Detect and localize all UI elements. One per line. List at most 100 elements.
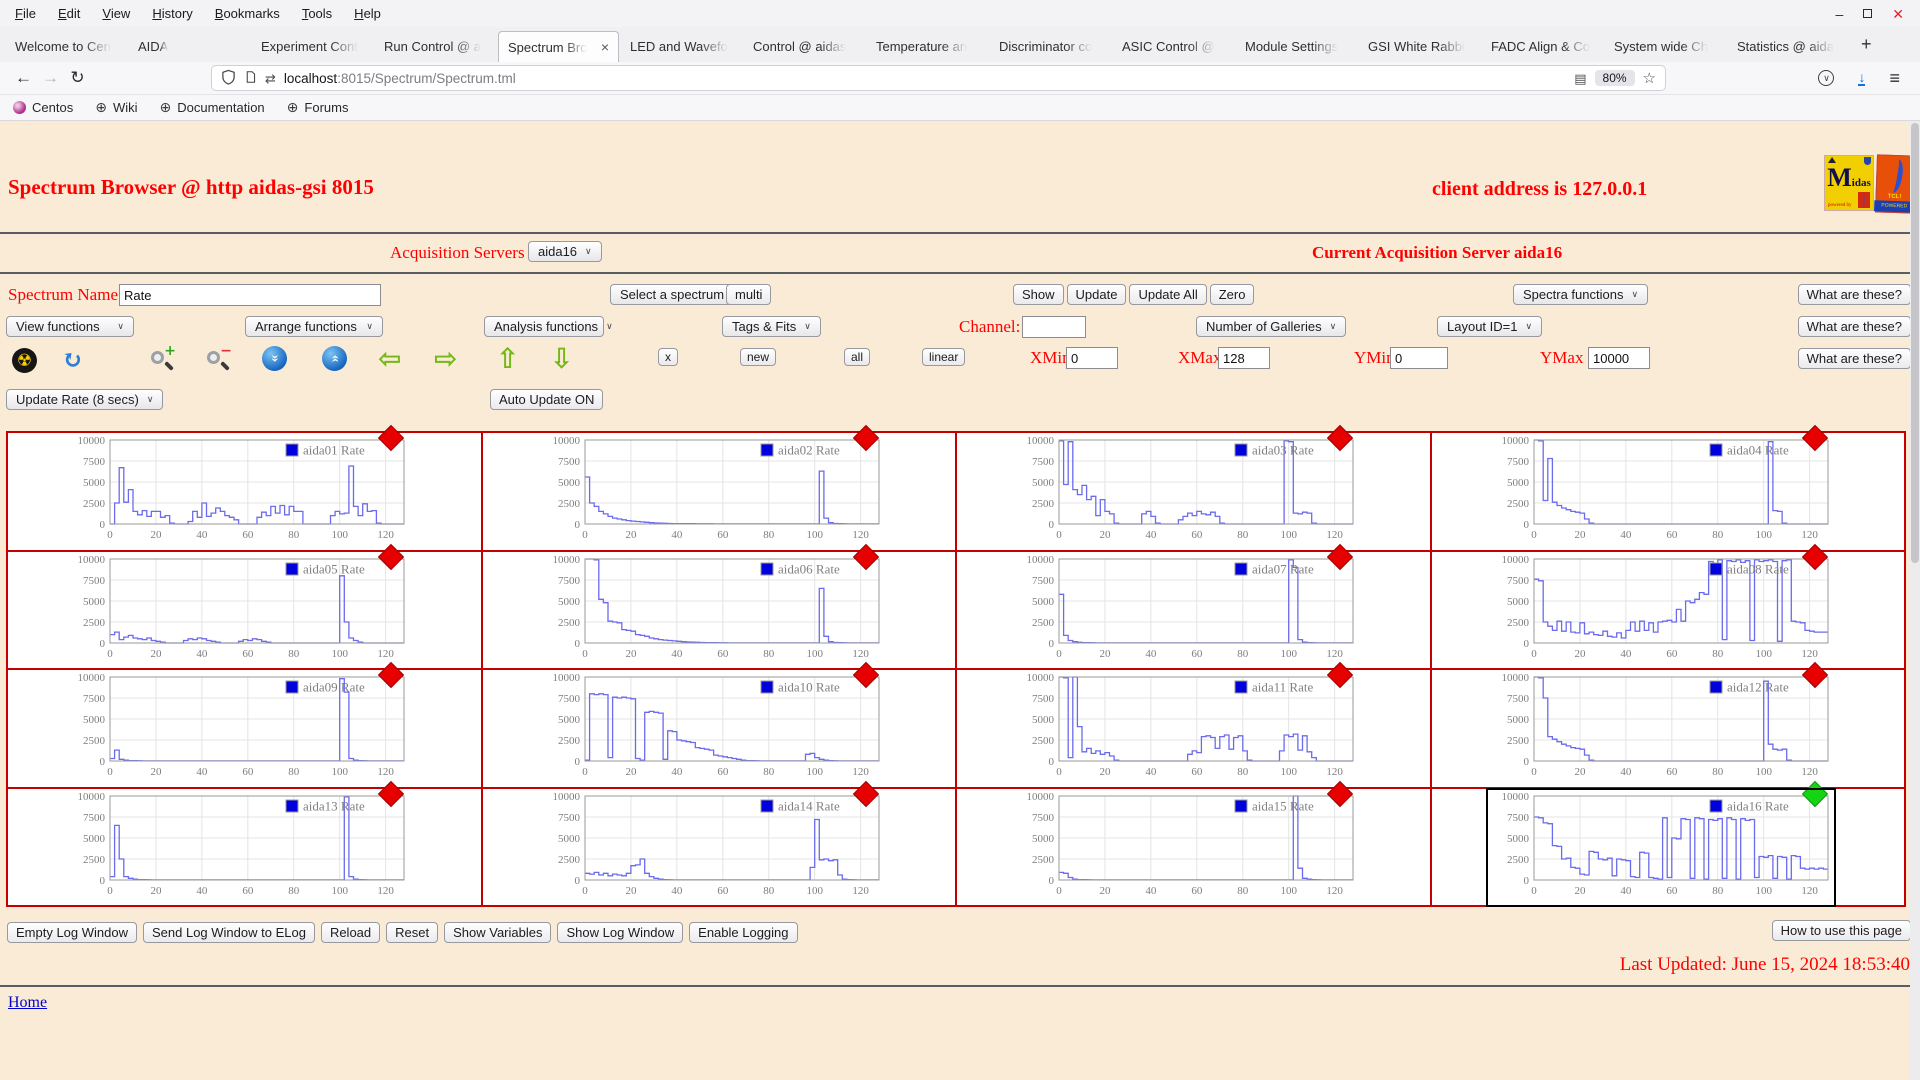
url-text[interactable]: localhost:8015/Spectrum/Spectrum.tml [284,71,516,86]
bookmark-wiki[interactable]: ⊕ Wiki [95,99,137,116]
show-variables-button[interactable]: Show Variables [444,922,552,943]
spectrum-cell-aida02[interactable]: 0 2500 5000 7500 10000 0 20 40 60 80 100 120 aida02 … [482,424,955,550]
show-log-window-button[interactable]: Show Log Window [557,922,684,943]
page-up-icon[interactable]: » [322,346,347,371]
spectra-functions-select[interactable]: Spectra functions ∨ [1513,284,1649,305]
page-down-icon[interactable]: » [262,346,287,371]
menu-help[interactable]: Help [343,6,392,21]
arrange-functions-select[interactable]: Arrange functions ∨ [245,316,383,337]
refresh-icon[interactable]: ↻ [62,345,83,375]
tab-experiment-cont[interactable]: Experiment Cont [252,31,373,62]
tcl-powered-logo[interactable]: TCL! POWERED [1874,154,1916,214]
tab-spectrum-bro[interactable]: Spectrum Bro × [498,31,619,62]
shield-icon[interactable] [221,69,236,88]
ymax-input[interactable] [1588,347,1650,369]
menu-edit[interactable]: Edit [47,6,91,21]
enable-logging-button[interactable]: Enable Logging [689,922,798,943]
reset-button[interactable]: Reset [386,922,439,943]
move-right-icon[interactable]: ⇨ [434,342,457,375]
move-up-icon[interactable]: ⇧ [496,342,519,375]
ymin-input[interactable] [1390,347,1448,369]
spectrum-cell-aida05[interactable]: 0 2500 5000 7500 10000 0 20 40 60 80 100 120 aida05 … [8,543,481,668]
layout-id-select[interactable]: Layout ID=1 ∨ [1437,316,1543,337]
bookmark-centos[interactable]: Centos [13,100,73,115]
spectrum-cell-aida10[interactable]: 0 2500 5000 7500 10000 0 20 40 60 80 100 120 aida10 … [482,661,955,787]
zoom-level-badge[interactable]: 80% [1594,70,1635,86]
maximize-icon[interactable] [1863,9,1873,18]
how-to-use-button[interactable]: How to use this page [1771,920,1911,941]
tab-welcome-to-cen[interactable]: Welcome to Cen [6,31,127,62]
tab-run-control-a[interactable]: Run Control @ a [375,31,496,62]
xmin-input[interactable] [1066,347,1118,369]
update-all-button[interactable]: Update All [1129,284,1207,305]
spectrum-cell-aida09[interactable]: 0 2500 5000 7500 10000 0 20 40 60 80 100 120 aida09 … [8,661,481,787]
spectrum-name-input[interactable] [119,284,381,306]
show-button[interactable]: Show [1013,284,1064,305]
move-left-icon[interactable]: ⇦ [378,342,401,375]
midas-logo[interactable]: Midas powered by ʃ [1824,155,1874,211]
scrollbar-thumb[interactable] [1911,123,1919,563]
spectrum-cell-aida14[interactable]: 0 2500 5000 7500 10000 0 20 40 60 80 100 120 aida14 … [482,780,955,905]
bookmark-forums[interactable]: ⊕ Forums [287,99,349,116]
spectrum-cell-aida04[interactable]: 0 2500 5000 7500 10000 0 20 40 60 80 100 120 aida04 … [1431,424,1904,550]
page-info-icon[interactable] [244,69,257,88]
menu-file[interactable]: File [4,6,47,21]
menu-bookmarks[interactable]: Bookmarks [204,6,291,21]
tab-aida[interactable]: AIDA [129,31,250,62]
spectrum-cell-aida15[interactable]: 0 2500 5000 7500 10000 0 20 40 60 80 100 120 aida15 … [957,780,1430,905]
radiation-icon[interactable]: ☢ [12,348,37,373]
reload-button[interactable]: Reload [320,922,381,943]
tab-fadc-align-co[interactable]: FADC Align & Co [1482,31,1603,62]
tab-discriminator-co[interactable]: Discriminator co [990,31,1111,62]
back-icon[interactable]: ← [10,68,37,88]
page-scrollbar[interactable] [1910,121,1920,1080]
tab-control-aidas[interactable]: Control @ aidas [744,31,865,62]
reader-mode-icon[interactable]: ▤ [1574,72,1586,85]
acquisition-server-select[interactable]: aida16 ∨ [528,241,602,262]
menu-view[interactable]: View [91,6,141,21]
tab-asic-control[interactable]: ASIC Control @ [1113,31,1234,62]
new-tab-button[interactable]: + [1851,34,1882,55]
linear-button[interactable]: linear [922,348,966,366]
tab-statistics-aida[interactable]: Statistics @ aida [1728,31,1849,62]
tab-gsi-white-rabbi[interactable]: GSI White Rabbi [1359,31,1480,62]
multi-button[interactable]: multi [726,284,772,305]
tab-temperature-an[interactable]: Temperature an [867,31,988,62]
menu-tools[interactable]: Tools [291,6,343,21]
tags-fits-select[interactable]: Tags & Fits ∨ [722,316,821,337]
spectrum-cell-aida12[interactable]: 0 2500 5000 7500 10000 0 20 40 60 80 100 120 aida12 … [1431,661,1904,787]
update-rate-select[interactable]: Update Rate (8 secs) ∨ [6,389,164,410]
empty-log-window-button[interactable]: Empty Log Window [7,922,137,943]
spectrum-cell-aida08[interactable]: 0 2500 5000 7500 10000 0 20 40 60 80 100 120 aida08 … [1431,543,1904,668]
tab-system-wide-ch[interactable]: System wide Ch [1605,31,1726,62]
close-icon[interactable]: ✕ [1892,7,1904,21]
tab-close-icon[interactable]: × [595,39,609,55]
what-are-these-button-3[interactable]: What are these? [1797,348,1911,369]
channel-input[interactable] [1022,316,1086,338]
spectrum-cell-aida06[interactable]: 0 2500 5000 7500 10000 0 20 40 60 80 100 120 aida06 … [482,543,955,668]
spectrum-cell-aida07[interactable]: 0 2500 5000 7500 10000 0 20 40 60 80 100 120 aida07 … [957,543,1430,668]
permissions-icon[interactable]: ⇄ [265,72,276,85]
tab-led-and-wavefo[interactable]: LED and Wavefo [621,31,742,62]
move-down-icon[interactable]: ⇩ [550,342,573,375]
spectrum-cell-aida11[interactable]: 0 2500 5000 7500 10000 0 20 40 60 80 100 120 aida11 … [957,661,1430,787]
analysis-functions-select[interactable]: Analysis functions ∨ [484,316,613,337]
what-are-these-button-1[interactable]: What are these? [1797,284,1911,305]
send-log-window-to-elog-button[interactable]: Send Log Window to ELog [143,922,315,943]
number-of-galleries-select[interactable]: Number of Galleries ∨ [1196,316,1347,337]
view-functions-select[interactable]: View functions ∨ [6,316,134,337]
auto-update-button[interactable]: Auto Update ON [490,389,604,410]
downloads-icon[interactable]: ↓ [1858,69,1866,87]
pocket-icon[interactable]: ∨ [1818,70,1835,86]
all-button[interactable]: all [844,348,871,366]
spectrum-cell-aida01[interactable]: 0 2500 5000 7500 10000 0 20 40 60 80 100 120 aida01 … [8,424,481,550]
url-bar[interactable]: ⇄ localhost:8015/Spectrum/Spectrum.tml ▤… [211,65,1666,91]
zoom-out-icon[interactable]: − [206,343,233,374]
home-link[interactable]: Home [8,994,47,1012]
spectrum-cell-aida16[interactable]: 0 2500 5000 7500 10000 0 20 40 60 80 100 120 aida16 … [1431,780,1904,907]
zero-button[interactable]: Zero [1209,284,1255,305]
x-button[interactable]: x [658,348,678,366]
zoom-in-icon[interactable]: + [150,343,177,374]
new-button[interactable]: new [740,348,777,366]
menu-history[interactable]: History [141,6,203,21]
